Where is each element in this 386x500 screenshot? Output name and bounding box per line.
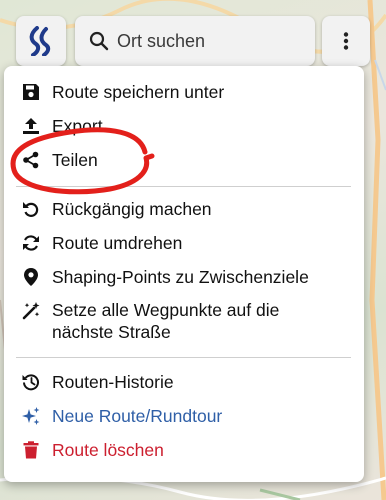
more-options-button[interactable] <box>322 16 370 66</box>
app-logo-button[interactable] <box>16 16 66 66</box>
menu-item-undo[interactable]: Rückgängig machen <box>4 193 364 225</box>
menu-item-label: Export <box>52 115 103 136</box>
menu-item-delete-route[interactable]: Route löschen <box>4 434 364 466</box>
app-logo-icon <box>29 26 51 56</box>
reverse-icon <box>21 233 41 253</box>
search-icon <box>89 31 109 51</box>
history-icon <box>21 372 41 392</box>
menu-item-reverse-route[interactable]: Route umdrehen <box>4 227 364 259</box>
menu-item-label: Neue Route/Rundtour <box>52 405 223 426</box>
menu-item-label: Route speichern unter <box>52 81 225 102</box>
menu-divider <box>16 186 351 187</box>
location-pin-icon <box>21 267 41 287</box>
search-input[interactable]: Ort suchen <box>75 16 315 66</box>
menu-item-label: Route löschen <box>52 439 164 460</box>
menu-item-label: Rückgängig machen <box>52 198 212 219</box>
menu-item-snap-waypoints[interactable]: Setze alle Wegpunkte auf die nächste Str… <box>4 297 364 345</box>
search-placeholder: Ort suchen <box>117 30 206 51</box>
menu-item-new-route[interactable]: Neue Route/Rundtour <box>4 400 364 432</box>
menu-divider <box>16 357 351 358</box>
menu-item-label: Shaping-Points zu Zwischenziele <box>52 266 309 287</box>
menu-item-label: Route umdrehen <box>52 232 183 253</box>
options-menu: Route speichern unter Export Teilen Rück… <box>4 66 364 482</box>
menu-item-export[interactable]: Export <box>4 110 364 142</box>
sparkles-icon <box>21 406 41 426</box>
kebab-menu-icon <box>343 32 349 50</box>
menu-item-save-as[interactable]: Route speichern unter <box>4 76 364 108</box>
menu-item-label: Teilen <box>52 149 98 170</box>
magic-wand-icon <box>21 301 41 321</box>
save-icon <box>21 82 41 102</box>
trash-icon <box>21 440 41 460</box>
menu-item-label: Routen-Historie <box>52 371 174 392</box>
menu-item-label: Setze alle Wegpunkte auf die nächste Str… <box>52 300 280 342</box>
menu-item-share[interactable]: Teilen <box>4 144 364 176</box>
share-icon <box>21 150 41 170</box>
upload-icon <box>21 116 41 136</box>
undo-icon <box>21 199 41 219</box>
menu-item-shaping-points[interactable]: Shaping-Points zu Zwischenziele <box>4 261 364 293</box>
menu-item-route-history[interactable]: Routen-Historie <box>4 366 364 398</box>
